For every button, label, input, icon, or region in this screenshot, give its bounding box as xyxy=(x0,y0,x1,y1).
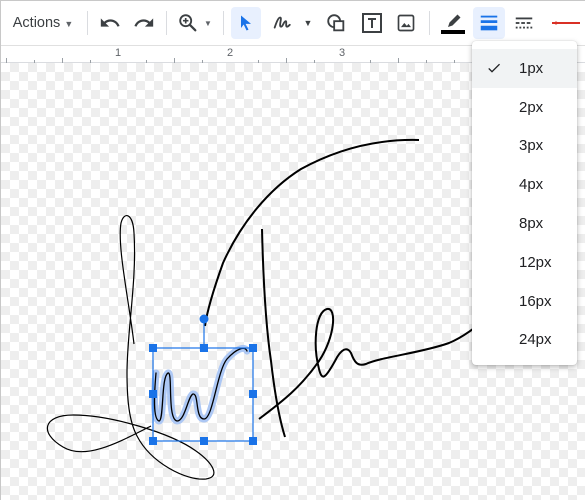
actions-menu-button[interactable]: Actions ▼ xyxy=(7,7,79,39)
image-icon xyxy=(397,14,415,32)
toolbar-divider xyxy=(87,11,88,35)
drawing-window: Actions ▼ ▼ ▼ 1 2 3 1px 2px 3px 4px 8px … xyxy=(0,0,585,500)
menu-item-label: 24px xyxy=(519,331,552,349)
signature-stroke-arc xyxy=(204,138,420,327)
line-start-icon xyxy=(552,21,580,25)
menu-item-label: 4px xyxy=(519,176,544,194)
toolbar-divider xyxy=(166,11,167,35)
line-weight-option-2px[interactable]: 2px xyxy=(472,88,577,127)
menu-item-label: 12px xyxy=(519,253,552,271)
select-tool-button[interactable] xyxy=(231,7,261,39)
menu-item-label: 16px xyxy=(519,292,552,310)
line-dash-button[interactable] xyxy=(509,7,539,39)
redo-icon xyxy=(134,18,154,27)
redo-button[interactable] xyxy=(129,7,159,39)
ruler-label: 1 xyxy=(115,47,122,59)
signature-stroke-loop xyxy=(46,215,215,480)
line-weight-option-1px[interactable]: 1px xyxy=(472,49,577,88)
image-tool-button[interactable] xyxy=(391,7,421,39)
zoom-icon xyxy=(179,14,197,32)
line-start-button[interactable] xyxy=(546,7,584,39)
shape-icon xyxy=(327,14,345,32)
shape-tool-button[interactable] xyxy=(321,7,351,39)
line-weight-option-8px[interactable]: 8px xyxy=(472,204,577,243)
actions-label: Actions xyxy=(12,15,61,31)
toolbar: Actions ▼ ▼ ▼ xyxy=(1,1,585,45)
ruler-label: 3 xyxy=(339,47,346,59)
line-dash-icon xyxy=(515,17,533,29)
menu-item-label: 1px xyxy=(519,59,544,77)
line-weight-option-24px[interactable]: 24px xyxy=(472,321,577,360)
ruler-label: 2 xyxy=(227,47,234,59)
toolbar-divider xyxy=(223,11,224,35)
menu-item-label: 3px xyxy=(519,137,544,155)
line-color-icon xyxy=(441,14,465,34)
zoom-button[interactable] xyxy=(173,7,203,39)
rotation-handle xyxy=(199,314,209,324)
textbox-tool-button[interactable] xyxy=(357,7,387,39)
zoom-dropdown-button[interactable]: ▼ xyxy=(201,7,215,39)
toolbar-divider xyxy=(429,11,430,35)
chevron-down-icon: ▼ xyxy=(64,19,74,29)
signature-stroke-vertical xyxy=(261,228,286,438)
line-weight-option-12px[interactable]: 12px xyxy=(472,243,577,282)
line-color-button[interactable] xyxy=(437,7,469,39)
select-icon xyxy=(241,15,251,31)
chevron-down-icon: ▼ xyxy=(204,18,212,28)
line-tools-dropdown-button[interactable]: ▼ xyxy=(301,7,315,39)
menu-item-label: 2px xyxy=(519,98,544,116)
line-weight-menu: 1px 2px 3px 4px 8px 12px 16px 24px xyxy=(472,41,577,365)
undo-icon xyxy=(100,18,120,27)
scribble-tool-button[interactable] xyxy=(267,7,297,39)
checkmark-icon xyxy=(488,63,500,73)
textbox-icon xyxy=(362,13,382,33)
line-weight-option-16px[interactable]: 16px xyxy=(472,282,577,321)
line-weight-option-3px[interactable]: 3px xyxy=(472,127,577,166)
line-weight-option-4px[interactable]: 4px xyxy=(472,165,577,204)
menu-item-label: 8px xyxy=(519,215,544,233)
line-weight-button[interactable] xyxy=(473,7,505,39)
signature-stroke-right xyxy=(258,308,474,420)
undo-button[interactable] xyxy=(95,7,125,39)
scribble-icon xyxy=(273,16,291,29)
line-weight-icon xyxy=(480,15,498,31)
chevron-down-icon: ▼ xyxy=(303,18,313,28)
